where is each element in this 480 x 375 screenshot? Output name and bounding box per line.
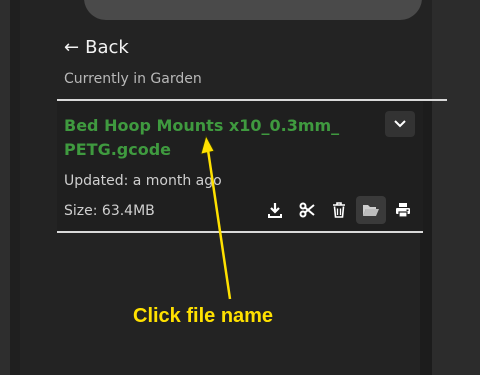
left-gutter [0, 0, 10, 375]
trash-icon [333, 202, 345, 218]
scissors-icon [299, 202, 315, 218]
file-size: Size: 63.4MB [64, 203, 155, 219]
file-actions [260, 196, 418, 224]
file-name-line1: Bed Hoop Mounts x10_0.3mm_ [64, 116, 340, 135]
delete-button[interactable] [324, 196, 354, 224]
back-label: Back [85, 37, 129, 58]
file-name-line2: PETG.gcode [64, 140, 172, 159]
current-location: Currently in Garden [64, 71, 202, 87]
printer-icon [396, 203, 410, 218]
back-button[interactable]: ← Back [64, 37, 129, 58]
chevron-down-icon [394, 120, 406, 128]
annotation-label: Click file name [133, 305, 274, 327]
file-updated: Updated: a month ago [64, 173, 222, 189]
move-button[interactable] [356, 196, 386, 224]
download-icon [268, 203, 282, 218]
back-arrow-icon: ← [64, 36, 80, 58]
left-strip [10, 0, 20, 375]
right-column [432, 0, 480, 375]
app-root: ← Back Currently in Garden Bed Hoop Moun… [0, 0, 480, 375]
file-name-link[interactable]: Bed Hoop Mounts x10_0.3mm_ PETG.gcode [64, 114, 374, 162]
search-bar[interactable] [84, 0, 422, 20]
print-button[interactable] [388, 196, 418, 224]
folder-open-icon [363, 205, 379, 216]
download-button[interactable] [260, 196, 290, 224]
expand-button[interactable] [385, 111, 415, 137]
divider-bottom [57, 231, 423, 233]
cut-button[interactable] [292, 196, 322, 224]
